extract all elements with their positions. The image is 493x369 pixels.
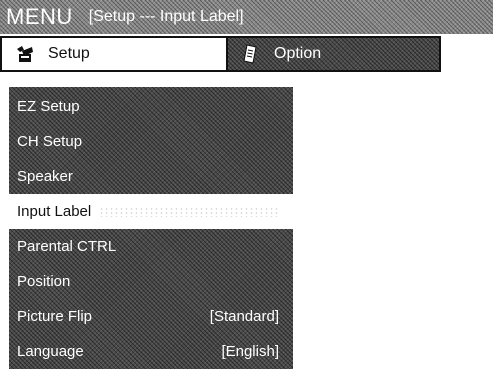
menu-item-parental-ctrl[interactable]: Parental CTRL — [9, 229, 293, 264]
menu-item-label: Parental CTRL — [17, 238, 117, 255]
menu-item-ch-setup[interactable]: CH Setup — [9, 124, 293, 159]
menu-item-label: EZ Setup — [17, 98, 80, 115]
menu-item-ez-setup[interactable]: EZ Setup — [9, 89, 293, 124]
menu-item-label: CH Setup — [17, 133, 83, 150]
setup-menu-list: EZ Setup CH Setup Speaker Input Label Pa… — [9, 87, 293, 369]
menu-item-label: Language — [17, 343, 84, 360]
menu-item-value: [English] — [221, 343, 279, 360]
menu-item-language[interactable]: Language [English] — [9, 334, 293, 369]
menu-item-input-label[interactable]: Input Label — [9, 194, 293, 229]
menu-item-label: Input Label — [17, 203, 92, 220]
menu-item-value: [Standard] — [209, 308, 279, 325]
note-icon — [240, 43, 262, 65]
tab-setup-label: Setup — [48, 45, 90, 62]
tab-option[interactable]: Option — [228, 36, 441, 72]
menu-item-picture-flip[interactable]: Picture Flip [Standard] — [9, 299, 293, 334]
menu-title: MENU — [6, 4, 73, 29]
menu-item-label: Position — [17, 273, 71, 290]
tab-setup[interactable]: Setup — [0, 36, 228, 72]
tab-option-label: Option — [274, 45, 322, 62]
menu-item-label: Picture Flip — [17, 308, 93, 325]
toolbox-icon — [14, 43, 36, 65]
title-bar: MENU [Setup --- Input Label] — [0, 0, 493, 34]
breadcrumb: [Setup --- Input Label] — [88, 8, 244, 25]
menu-item-label: Speaker — [17, 168, 73, 185]
tab-bar: Setup Option — [0, 36, 441, 72]
scan-noise — [99, 206, 279, 217]
menu-item-speaker[interactable]: Speaker — [9, 159, 293, 194]
menu-item-position[interactable]: Position — [9, 264, 293, 299]
